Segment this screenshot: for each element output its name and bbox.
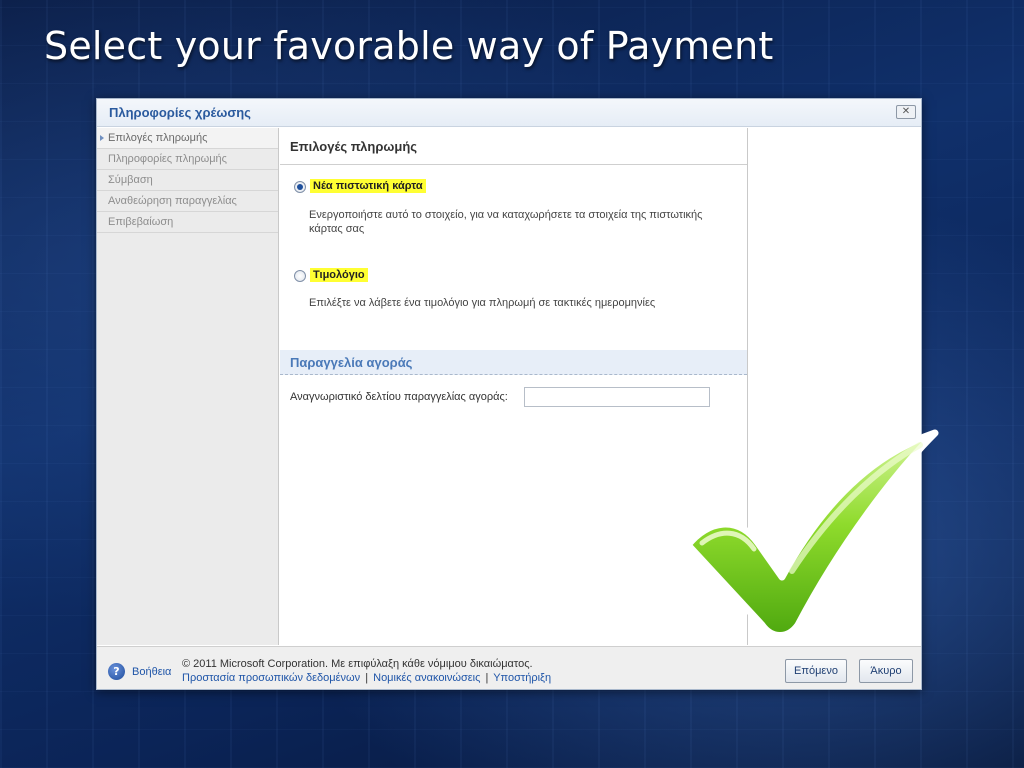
credit-card-radio[interactable] (294, 181, 306, 193)
purchase-order-heading: Παραγγελία αγοράς (280, 350, 747, 375)
sidebar-item-label: Αναθεώρηση παραγγελίας (108, 195, 237, 207)
close-icon[interactable]: ✕ (896, 105, 916, 119)
legal-link[interactable]: Νομικές ανακοινώσεις (373, 672, 480, 684)
slide-title: Select your favorable way of Payment (44, 24, 774, 68)
link-separator: | (365, 672, 369, 684)
sidebar-item-contract[interactable]: Σύμβαση (97, 170, 278, 191)
footer-links: Προστασία προσωπικών δεδομένων | Νομικές… (182, 672, 551, 684)
dialog-header: Πληροφορίες χρέωσης ✕ (97, 99, 921, 127)
sidebar-item-label: Σύμβαση (108, 174, 153, 186)
help-link[interactable]: Βοήθεια (132, 666, 171, 678)
privacy-link[interactable]: Προστασία προσωπικών δεδομένων (182, 672, 360, 684)
sidebar-item-label: Επιλογές πληρωμής (108, 132, 208, 144)
dialog-footer: ? Βοήθεια © 2011 Microsoft Corporation. … (97, 646, 921, 689)
support-link[interactable]: Υποστήριξη (493, 672, 551, 684)
nav-arrow-icon (100, 135, 104, 141)
copyright-text: © 2011 Microsoft Corporation. Με επιφύλα… (182, 658, 533, 670)
invoice-description: Επιλέξτε να λάβετε ένα τιμολόγιο για πλη… (309, 297, 656, 309)
sidebar-item-confirmation[interactable]: Επιβεβαίωση (97, 212, 278, 233)
steps-sidebar: Επιλογές πληρωμής Πληροφορίες πληρωμής Σ… (97, 128, 279, 645)
sidebar-item-payment-options[interactable]: Επιλογές πληρωμής (97, 128, 278, 149)
main-content: Επιλογές πληρωμής Νέα πιστωτική κάρτα Εν… (280, 128, 748, 645)
next-button[interactable]: Επόμενο (785, 659, 847, 683)
dialog-title: Πληροφορίες χρέωσης (109, 105, 251, 120)
invoice-radio[interactable] (294, 270, 306, 282)
checkmark-icon (684, 429, 939, 639)
credit-card-description: Ενεργοποιήστε αυτό το στοιχείο, για να κ… (309, 209, 703, 235)
cancel-button[interactable]: Άκυρο (859, 659, 913, 683)
link-separator: | (485, 672, 489, 684)
invoice-label[interactable]: Τιμολόγιο (310, 268, 368, 282)
sidebar-item-label: Επιβεβαίωση (108, 216, 174, 228)
help-icon[interactable]: ? (108, 663, 125, 680)
credit-card-label[interactable]: Νέα πιστωτική κάρτα (310, 179, 426, 193)
sidebar-item-payment-info[interactable]: Πληροφορίες πληρωμής (97, 149, 278, 170)
purchase-order-field-label: Αναγνωριστικό δελτίου παραγγελίας αγοράς… (290, 391, 508, 403)
sidebar-item-order-review[interactable]: Αναθεώρηση παραγγελίας (97, 191, 278, 212)
payment-options-heading: Επιλογές πληρωμής (280, 128, 747, 165)
sidebar-item-label: Πληροφορίες πληρωμής (108, 153, 227, 165)
purchase-order-input[interactable] (524, 387, 710, 407)
